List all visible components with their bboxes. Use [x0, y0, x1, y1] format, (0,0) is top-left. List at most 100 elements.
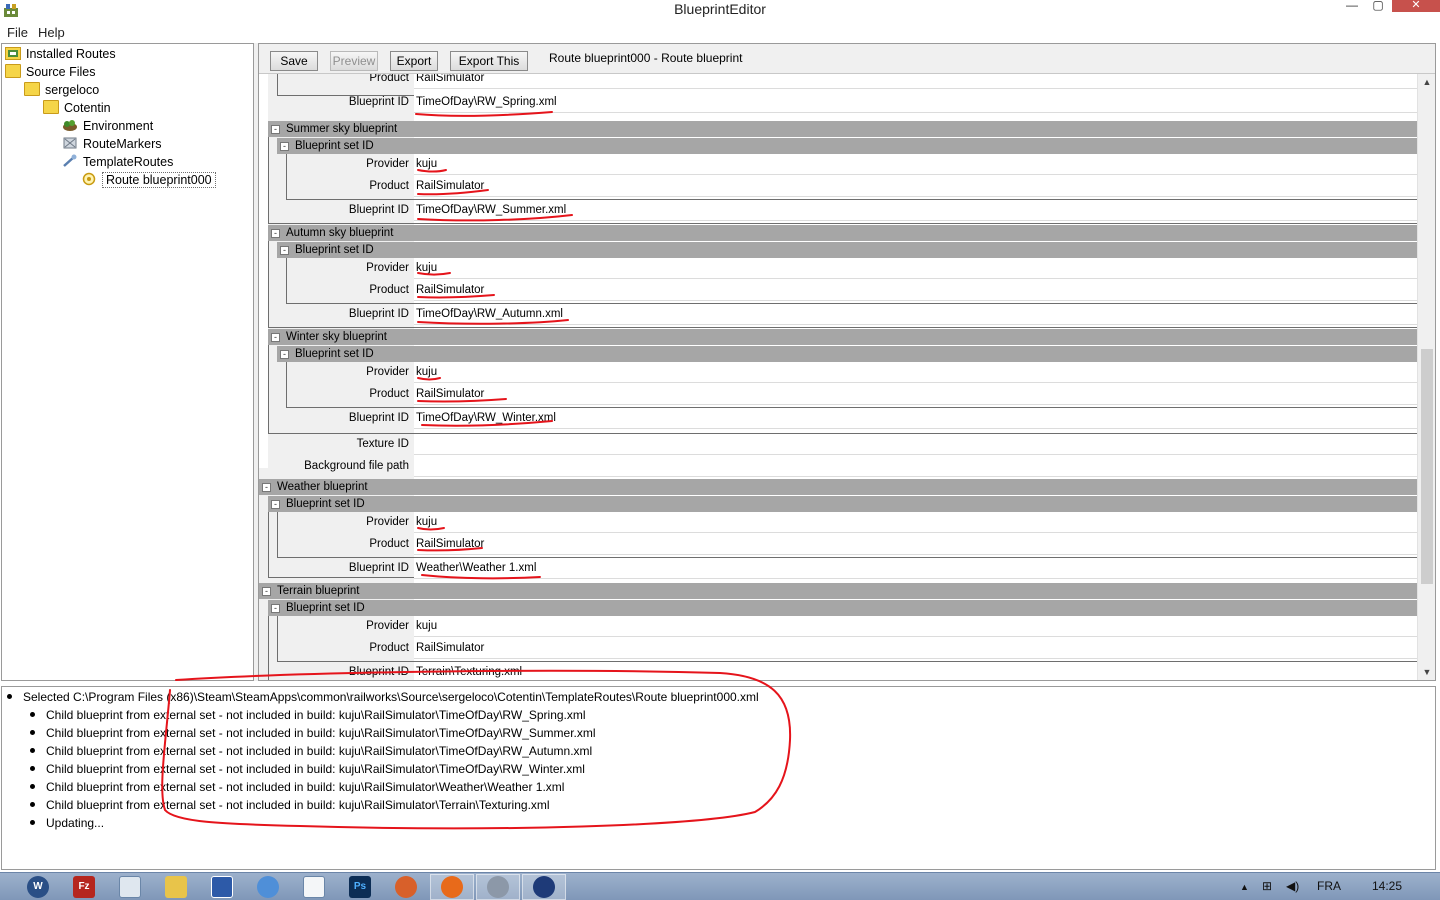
blueprint-id-value[interactable]: Terrain\Texturing.xml	[414, 662, 1417, 680]
export-this-button[interactable]: Export This	[450, 51, 528, 71]
blueprint-id-value[interactable]: TimeOfDay\RW_Winter.xml	[414, 408, 1417, 429]
bullet-icon	[30, 802, 35, 807]
terrain-blueprint-id-row: Blueprint ID Terrain\Texturing.xml	[259, 662, 1417, 680]
background-path-value[interactable]	[414, 456, 1417, 477]
log-line: Child blueprint from external set - not …	[30, 706, 586, 724]
provider-label: Provider	[366, 516, 409, 528]
winter-set-section[interactable]: - Blueprint set ID	[277, 346, 1417, 362]
folder-icon	[5, 64, 21, 78]
product-value[interactable]: RailSimulator	[414, 74, 1417, 89]
scroll-down-icon[interactable]: ▼	[1418, 664, 1436, 680]
blueprint-id-value[interactable]: Weather\Weather 1.xml	[414, 558, 1417, 579]
weather-set-section[interactable]: - Blueprint set ID	[268, 496, 1417, 512]
volume-icon[interactable]: ◀)	[1286, 879, 1299, 893]
save-button[interactable]: Save	[270, 51, 318, 71]
provider-value[interactable]: kuju	[414, 512, 1417, 533]
notepad-icon[interactable]	[119, 876, 141, 898]
tree-item-template-routes[interactable]: TemplateRoutes	[62, 153, 173, 171]
blueprint-editor-icon[interactable]	[533, 876, 555, 898]
terrain-section[interactable]: - Terrain blueprint	[259, 583, 1417, 599]
scroll-up-icon[interactable]: ▲	[1418, 74, 1436, 90]
autumn-set-section[interactable]: - Blueprint set ID	[277, 242, 1417, 258]
app-icon[interactable]	[211, 876, 233, 898]
clock[interactable]: 14:25	[1372, 879, 1402, 893]
wordpress-icon[interactable]: W	[27, 876, 49, 898]
maximize-button[interactable]: ▢	[1366, 0, 1390, 12]
winter-sky-section[interactable]: - Winter sky blueprint	[268, 329, 1417, 345]
blueprint-id-label: Blueprint ID	[348, 666, 409, 678]
environment-icon	[63, 120, 77, 131]
summer-set-section[interactable]: - Blueprint set ID	[277, 138, 1417, 154]
weather-product-row: Product RailSimulator	[278, 534, 1417, 556]
terrain-set-section[interactable]: - Blueprint set ID	[268, 600, 1417, 616]
product-value[interactable]: RailSimulator	[414, 638, 1417, 659]
product-value[interactable]: RailSimulator	[414, 534, 1417, 555]
texture-id-label: Texture ID	[356, 438, 409, 450]
blueprint-id-value[interactable]: TimeOfDay\RW_Spring.xml	[414, 92, 1417, 113]
blueprint-id-value[interactable]: TimeOfDay\RW_Autumn.xml	[414, 304, 1417, 325]
property-grid: Product RailSimulator Blueprint ID TimeO…	[259, 74, 1417, 680]
product-value[interactable]: RailSimulator	[414, 384, 1417, 405]
bullet-icon	[30, 748, 35, 753]
spring-product-row: Product RailSimulator	[287, 74, 1417, 90]
tray-expand-icon[interactable]: ▲	[1240, 882, 1249, 892]
filezilla-icon[interactable]: Fz	[73, 876, 95, 898]
chat-icon[interactable]	[257, 876, 279, 898]
vertical-scrollbar[interactable]: ▲ ▼	[1417, 74, 1435, 680]
collapse-toggle[interactable]: -	[280, 350, 289, 359]
product-value[interactable]: RailSimulator	[414, 280, 1417, 301]
tree-item-route-markers[interactable]: RouteMarkers	[62, 135, 162, 153]
railworks-icon[interactable]	[487, 876, 509, 898]
collapse-toggle[interactable]: -	[271, 500, 280, 509]
window-title: BlueprintEditor	[674, 1, 766, 17]
document-icon[interactable]	[303, 876, 325, 898]
scroll-thumb[interactable]	[1421, 349, 1433, 584]
explorer-icon[interactable]	[165, 876, 187, 898]
bullet-icon	[30, 784, 35, 789]
provider-value[interactable]: kuju	[414, 362, 1417, 383]
tree-item-cotentin[interactable]: Cotentin	[43, 99, 111, 117]
autumn-sky-section[interactable]: - Autumn sky blueprint	[268, 225, 1417, 241]
close-button[interactable]: ✕	[1392, 0, 1440, 12]
menu-file[interactable]: File	[7, 25, 28, 40]
photoshop-icon[interactable]: Ps	[349, 876, 371, 898]
provider-value[interactable]: kuju	[414, 258, 1417, 279]
collapse-toggle[interactable]: -	[280, 246, 289, 255]
texture-id-value[interactable]	[414, 434, 1417, 455]
product-label: Product	[369, 388, 409, 400]
minimize-button[interactable]: —	[1340, 0, 1364, 12]
language-indicator[interactable]: FRA	[1317, 879, 1341, 893]
preview-button[interactable]: Preview	[330, 51, 378, 71]
collapse-toggle[interactable]: -	[271, 333, 280, 342]
network-icon[interactable]: ⊞	[1262, 879, 1272, 893]
menu-help[interactable]: Help	[38, 25, 65, 40]
firefox-icon[interactable]	[441, 876, 463, 898]
provider-value[interactable]: kuju	[414, 154, 1417, 175]
log-line: Child blueprint from external set - not …	[30, 760, 585, 778]
blueprint-id-value[interactable]: TimeOfDay\RW_Summer.xml	[414, 200, 1417, 221]
collapse-toggle[interactable]: -	[271, 125, 280, 134]
export-button[interactable]: Export	[390, 51, 438, 71]
weather-section[interactable]: - Weather blueprint	[259, 479, 1417, 495]
texture-id-row: Texture ID	[259, 434, 1417, 456]
blueprint-id-label: Blueprint ID	[348, 308, 409, 320]
tree-item-source-files[interactable]: Source Files	[5, 63, 95, 81]
tree-item-sergeloco[interactable]: sergeloco	[24, 81, 99, 99]
tree-item-installed-routes[interactable]: Installed Routes	[5, 45, 116, 63]
provider-value[interactable]: kuju	[414, 616, 1417, 637]
summer-sky-section[interactable]: - Summer sky blueprint	[268, 121, 1417, 137]
collapse-toggle[interactable]: -	[271, 229, 280, 238]
blueprint-id-label: Blueprint ID	[348, 204, 409, 216]
collapse-toggle[interactable]: -	[271, 604, 280, 613]
collapse-toggle[interactable]: -	[280, 142, 289, 151]
product-label: Product	[369, 642, 409, 654]
route-title: Route blueprint000 - Route blueprint	[549, 51, 743, 65]
tree-item-route-blueprint[interactable]: Route blueprint000	[81, 171, 216, 189]
collapse-toggle[interactable]: -	[262, 483, 271, 492]
collapse-toggle[interactable]: -	[262, 587, 271, 596]
menu-bar: File Help	[0, 22, 1440, 42]
tool-icon[interactable]	[395, 876, 417, 898]
product-value[interactable]: RailSimulator	[414, 176, 1417, 197]
spring-blueprint-id-row: Blueprint ID TimeOfDay\RW_Spring.xml	[268, 92, 1417, 114]
tree-item-environment[interactable]: Environment	[62, 117, 153, 135]
